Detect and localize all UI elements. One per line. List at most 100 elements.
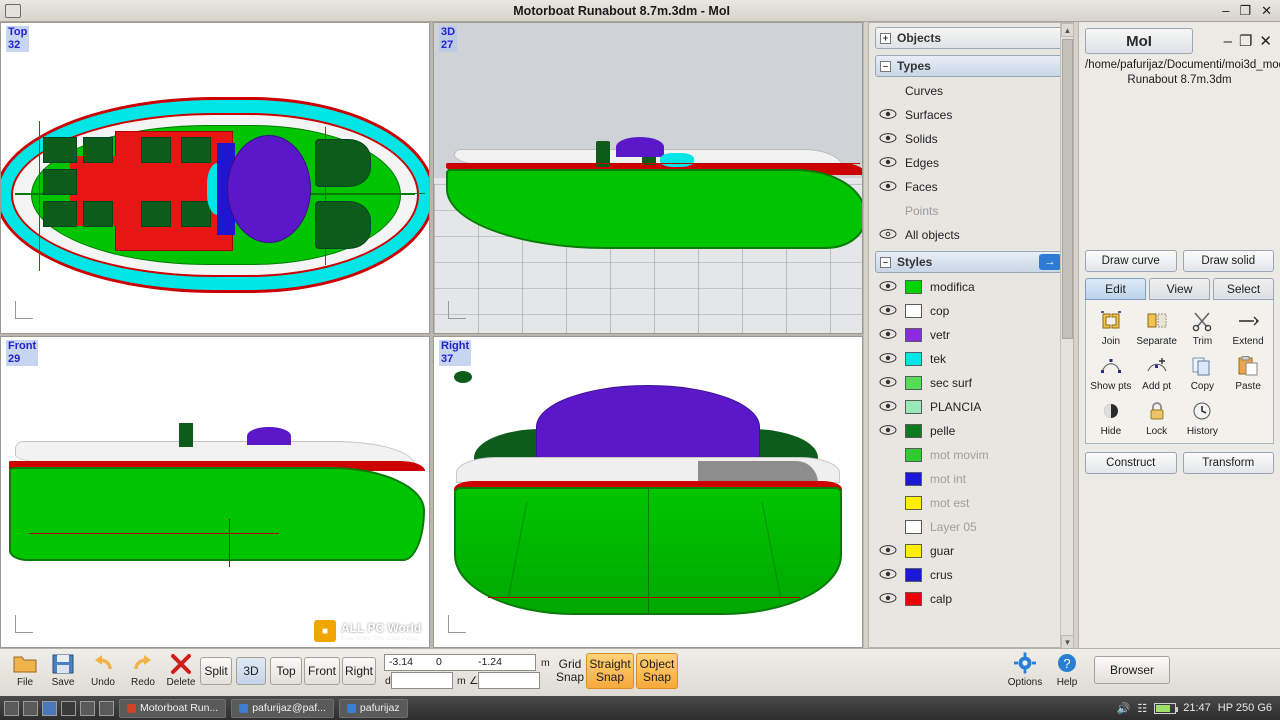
view-3d-button[interactable]: 3D (236, 657, 266, 685)
taskbar-item-moi[interactable]: Motorboat Run... (119, 698, 227, 718)
style-color-swatch[interactable] (905, 304, 922, 318)
eye-icon[interactable] (879, 280, 897, 294)
eye-icon[interactable] (879, 448, 897, 462)
style-color-swatch[interactable] (905, 520, 922, 534)
style-color-swatch[interactable] (905, 544, 922, 558)
distance-input[interactable] (391, 672, 453, 689)
viewport-3d[interactable]: 3D 27 (433, 22, 863, 334)
object-snap-toggle[interactable]: Object Snap (636, 653, 678, 689)
style-row-sec-surf[interactable]: sec surf (869, 371, 1073, 395)
section-styles[interactable]: – Styles → (875, 251, 1067, 273)
tool-hide[interactable]: Hide (1088, 396, 1134, 439)
style-color-swatch[interactable] (905, 280, 922, 294)
moi-window-controls[interactable]: – ❐ ✕ (1224, 32, 1276, 51)
eye-icon[interactable] (879, 108, 897, 122)
eye-icon[interactable] (879, 84, 897, 98)
tool-extend[interactable]: Extend (1225, 306, 1271, 349)
eye-icon[interactable] (879, 424, 897, 438)
workspace-2-icon[interactable] (99, 700, 114, 716)
tab-view[interactable]: View (1149, 278, 1210, 300)
type-row-edges[interactable]: Edges (869, 151, 1073, 175)
style-row-vetr[interactable]: vetr (869, 323, 1073, 347)
eye-icon[interactable] (879, 156, 897, 170)
eye-icon[interactable] (879, 400, 897, 414)
style-row-plancia[interactable]: PLANCIA (869, 395, 1073, 419)
eye-icon[interactable] (879, 520, 897, 534)
eye-icon[interactable] (879, 228, 897, 242)
style-color-swatch[interactable] (905, 592, 922, 606)
close-button[interactable]: ✕ (1261, 4, 1272, 17)
styles-arrow-button[interactable]: → (1039, 254, 1061, 270)
type-row-surfaces[interactable]: Surfaces (869, 103, 1073, 127)
draw-curve-button[interactable]: Draw curve (1085, 250, 1177, 272)
style-row-mot-est[interactable]: mot est (869, 491, 1073, 515)
minimize-button[interactable]: – (1222, 4, 1229, 17)
tool-trim[interactable]: Trim (1180, 306, 1226, 349)
close-button[interactable]: ✕ (1259, 32, 1272, 50)
style-row-crus[interactable]: crus (869, 563, 1073, 587)
type-row-points[interactable]: Points (869, 199, 1073, 223)
draw-solid-button[interactable]: Draw solid (1182, 250, 1274, 272)
save-button[interactable]: Save (42, 652, 84, 694)
battery-icon[interactable] (1154, 702, 1179, 714)
section-types[interactable]: – Types (875, 55, 1067, 77)
browser-icon[interactable] (42, 700, 57, 716)
eye-icon[interactable] (879, 352, 897, 366)
view-front-button[interactable]: Front (304, 657, 340, 685)
browser-button[interactable]: Browser (1094, 656, 1170, 684)
menu-icon[interactable] (4, 700, 19, 716)
style-row-layer-05[interactable]: Layer 05 (869, 515, 1073, 539)
style-color-swatch[interactable] (905, 568, 922, 582)
tool-copy[interactable]: Copy (1180, 351, 1226, 394)
section-objects[interactable]: + Objects (875, 27, 1067, 49)
redo-button[interactable]: Redo (122, 652, 164, 694)
panel-scrollbar[interactable]: ▲ ▼ (1060, 23, 1074, 649)
file-button[interactable]: File (4, 652, 46, 694)
scroll-up-arrow-icon[interactable]: ▲ (1061, 23, 1074, 37)
type-row-faces[interactable]: Faces (869, 175, 1073, 199)
style-color-swatch[interactable] (905, 376, 922, 390)
eye-icon[interactable] (879, 568, 897, 582)
angle-input[interactable] (478, 672, 540, 689)
undo-button[interactable]: Undo (82, 652, 124, 694)
type-row-solids[interactable]: Solids (869, 127, 1073, 151)
expander-icon[interactable]: – (880, 256, 891, 268)
style-color-swatch[interactable] (905, 472, 922, 486)
style-row-mot-int[interactable]: mot int (869, 467, 1073, 491)
window-controls[interactable]: – ❐ ✕ (1222, 4, 1272, 17)
eye-icon[interactable] (879, 328, 897, 342)
files-icon[interactable] (23, 700, 38, 716)
style-row-guar[interactable]: guar (869, 539, 1073, 563)
style-color-swatch[interactable] (905, 424, 922, 438)
tab-select[interactable]: Select (1213, 278, 1274, 300)
terminal-icon[interactable] (61, 700, 76, 716)
eye-icon[interactable] (879, 204, 897, 218)
style-row-pelle[interactable]: pelle (869, 419, 1073, 443)
style-row-modifica[interactable]: modifica (869, 275, 1073, 299)
scrollbar-thumb[interactable] (1062, 39, 1073, 339)
maximize-button[interactable]: ❐ (1239, 32, 1252, 50)
straight-snap-toggle[interactable]: Straight Snap (586, 653, 634, 689)
options-button[interactable]: Options (1004, 652, 1046, 694)
type-row-all-objects[interactable]: All objects (869, 223, 1073, 247)
tool-separate[interactable]: Separate (1134, 306, 1180, 349)
tool-history[interactable]: History (1180, 396, 1226, 439)
scroll-down-arrow-icon[interactable]: ▼ (1061, 635, 1074, 649)
split-view-button[interactable]: Split (200, 657, 232, 685)
view-top-button[interactable]: Top (270, 657, 302, 685)
style-row-cop[interactable]: cop (869, 299, 1073, 323)
tool-lock[interactable]: Lock (1134, 396, 1180, 439)
view-right-button[interactable]: Right (342, 657, 376, 685)
eye-icon[interactable] (879, 496, 897, 510)
style-color-swatch[interactable] (905, 448, 922, 462)
type-row-curves[interactable]: Curves (869, 79, 1073, 103)
viewport-right[interactable]: Right 37 (433, 336, 863, 648)
eye-icon[interactable] (879, 592, 897, 606)
moi-logo[interactable]: MoI (1085, 28, 1193, 54)
help-button[interactable]: ? Help (1046, 652, 1088, 694)
style-color-swatch[interactable] (905, 328, 922, 342)
viewport-top[interactable]: Top 32 (0, 22, 430, 334)
minimize-button[interactable]: – (1224, 33, 1232, 50)
speaker-icon[interactable]: 🔊 (1117, 702, 1131, 715)
eye-icon[interactable] (879, 472, 897, 486)
